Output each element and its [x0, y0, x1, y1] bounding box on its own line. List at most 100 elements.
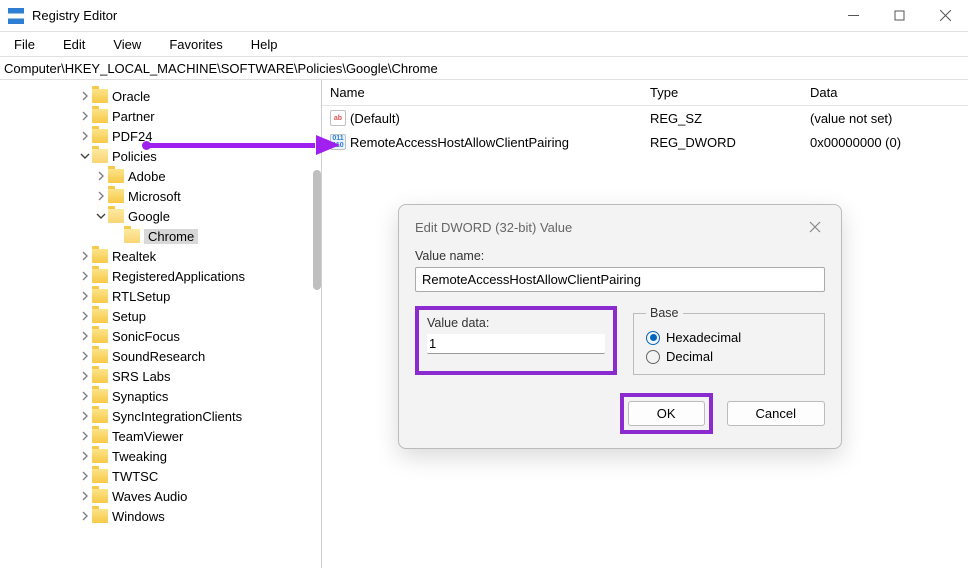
edit-dword-dialog: Edit DWORD (32-bit) Value Value name: Va… [398, 204, 842, 449]
chevron-right-icon[interactable] [78, 371, 92, 381]
chevron-right-icon[interactable] [78, 471, 92, 481]
col-header-data[interactable]: Data [802, 85, 968, 100]
app-icon [8, 8, 24, 24]
folder-icon [108, 169, 124, 183]
tree-item-label: Policies [112, 149, 157, 164]
tree-item-label: Windows [112, 509, 165, 524]
tree-item[interactable]: SyncIntegrationClients [0, 406, 321, 426]
chevron-down-icon[interactable] [78, 151, 92, 161]
chevron-right-icon[interactable] [78, 431, 92, 441]
tree-scrollbar[interactable] [313, 170, 321, 290]
chevron-right-icon[interactable] [78, 291, 92, 301]
close-button[interactable] [922, 0, 968, 32]
menu-edit[interactable]: Edit [57, 35, 91, 54]
tree-item-label: Realtek [112, 249, 156, 264]
col-header-name[interactable]: Name [322, 85, 642, 100]
tree-item[interactable]: Synaptics [0, 386, 321, 406]
menu-favorites[interactable]: Favorites [163, 35, 228, 54]
list-row[interactable]: 011 110RemoteAccessHostAllowClientPairin… [322, 130, 968, 154]
chevron-right-icon[interactable] [78, 311, 92, 321]
tree-item[interactable]: Windows [0, 506, 321, 526]
tree-item[interactable]: Chrome [0, 226, 321, 246]
minimize-button[interactable] [830, 0, 876, 32]
tree-item[interactable]: Realtek [0, 246, 321, 266]
chevron-right-icon[interactable] [78, 351, 92, 361]
chevron-right-icon[interactable] [78, 511, 92, 521]
value-type: REG_SZ [642, 111, 802, 126]
tree-item[interactable]: RegisteredApplications [0, 266, 321, 286]
tree-item[interactable]: RTLSetup [0, 286, 321, 306]
tree-item[interactable]: Microsoft [0, 186, 321, 206]
tree-item[interactable]: Oracle [0, 86, 321, 106]
value-data-label: Value data: [427, 316, 605, 330]
ok-button[interactable]: OK [628, 401, 705, 426]
value-data-input[interactable] [427, 334, 605, 354]
tree-item[interactable]: PDF24 [0, 126, 321, 146]
folder-icon [92, 369, 108, 383]
chevron-right-icon[interactable] [94, 191, 108, 201]
base-legend: Base [646, 306, 683, 320]
chevron-right-icon[interactable] [94, 171, 108, 181]
folder-icon [108, 209, 124, 223]
tree-item[interactable]: SRS Labs [0, 366, 321, 386]
value-data-highlight: Value data: [415, 306, 617, 375]
folder-icon [92, 249, 108, 263]
value-name-input[interactable] [415, 267, 825, 292]
menu-file[interactable]: File [8, 35, 41, 54]
radio-hexadecimal[interactable]: Hexadecimal [646, 330, 812, 345]
tree-item-label: RegisteredApplications [112, 269, 245, 284]
tree-item-label: Microsoft [128, 189, 181, 204]
folder-icon [92, 329, 108, 343]
tree-item-label: Waves Audio [112, 489, 187, 504]
menu-view[interactable]: View [107, 35, 147, 54]
list-body: ab(Default)REG_SZ(value not set)011 110R… [322, 106, 968, 154]
folder-icon [92, 469, 108, 483]
chevron-right-icon[interactable] [78, 411, 92, 421]
list-header[interactable]: Name Type Data [322, 80, 968, 106]
folder-icon [124, 229, 140, 243]
tree-pane[interactable]: OraclePartnerPDF24 Policies Adobe Microsoft… [0, 80, 322, 568]
tree-item[interactable]: SonicFocus [0, 326, 321, 346]
chevron-right-icon[interactable] [78, 271, 92, 281]
chevron-down-icon[interactable] [94, 211, 108, 221]
dword-value-icon: 011 110 [330, 134, 346, 150]
folder-icon [92, 269, 108, 283]
cancel-button[interactable]: Cancel [727, 401, 825, 426]
tree-item[interactable]: Policies [0, 146, 321, 166]
maximize-button[interactable] [876, 0, 922, 32]
chevron-right-icon[interactable] [78, 491, 92, 501]
folder-icon [92, 509, 108, 523]
tree-item-label: Synaptics [112, 389, 168, 404]
chevron-right-icon[interactable] [78, 111, 92, 121]
tree-item[interactable]: TeamViewer [0, 426, 321, 446]
tree-item-label: TWTSC [112, 469, 158, 484]
chevron-right-icon[interactable] [78, 451, 92, 461]
tree-item[interactable]: TWTSC [0, 466, 321, 486]
address-path: Computer\HKEY_LOCAL_MACHINE\SOFTWARE\Pol… [4, 61, 438, 76]
chevron-right-icon[interactable] [78, 91, 92, 101]
chevron-right-icon[interactable] [78, 131, 92, 141]
tree-item-label: Tweaking [112, 449, 167, 464]
chevron-right-icon[interactable] [78, 251, 92, 261]
address-bar[interactable]: Computer\HKEY_LOCAL_MACHINE\SOFTWARE\Pol… [0, 56, 968, 80]
tree-item[interactable]: Partner [0, 106, 321, 126]
value-data: (value not set) [802, 111, 968, 126]
tree-item-label: Setup [112, 309, 146, 324]
chevron-right-icon[interactable] [78, 391, 92, 401]
radio-icon [646, 331, 660, 345]
tree-item[interactable]: Tweaking [0, 446, 321, 466]
menu-help[interactable]: Help [245, 35, 284, 54]
folder-icon [92, 109, 108, 123]
tree-item[interactable]: SoundResearch [0, 346, 321, 366]
chevron-right-icon[interactable] [78, 331, 92, 341]
dialog-close-button[interactable] [805, 217, 825, 237]
tree-item[interactable]: Waves Audio [0, 486, 321, 506]
folder-icon [92, 129, 108, 143]
tree-item[interactable]: Setup [0, 306, 321, 326]
radio-decimal[interactable]: Decimal [646, 349, 812, 364]
list-row[interactable]: ab(Default)REG_SZ(value not set) [322, 106, 968, 130]
tree-item[interactable]: Adobe [0, 166, 321, 186]
tree-item[interactable]: Google [0, 206, 321, 226]
col-header-type[interactable]: Type [642, 85, 802, 100]
menu-bar: File Edit View Favorites Help [0, 32, 968, 56]
